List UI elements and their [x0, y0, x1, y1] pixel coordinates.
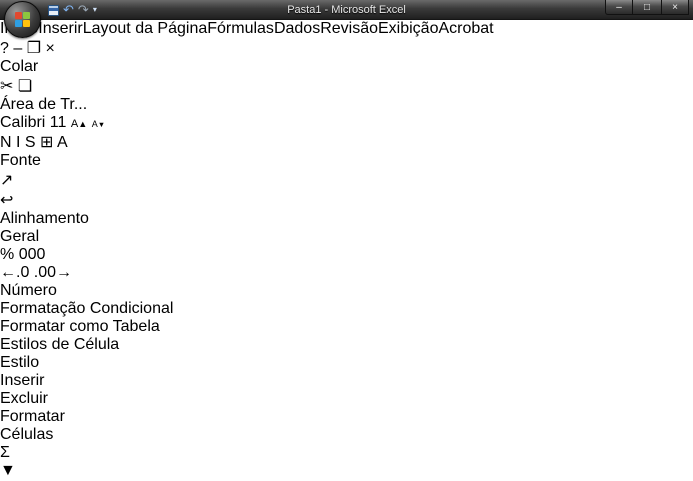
tab-dados[interactable]: Dados [274, 20, 320, 38]
conditional-formatting-button[interactable]: Formatação Condicional [0, 300, 693, 318]
maximize-button[interactable]: □ [633, 0, 661, 15]
window-title: Pasta1 - Microsoft Excel [0, 4, 693, 16]
ribbon-tab-bar: InícioInserirLayout da PáginaFórmulasDad… [0, 20, 693, 58]
orientation-icon[interactable]: ↗ [0, 172, 13, 189]
font-size-select[interactable]: 11 [50, 114, 67, 131]
insert-cells-label: Inserir [0, 372, 44, 389]
number-group-label[interactable]: Número [0, 282, 693, 300]
font-group-label[interactable]: Fonte [0, 152, 693, 170]
underline-button[interactable]: S [25, 134, 36, 151]
excel-window: ↶ ↷ ▾ Pasta1 - Microsoft Excel – □ × Iní… [0, 0, 693, 481]
format-as-table-button[interactable]: Formatar como Tabela [0, 318, 693, 336]
minimize-button[interactable]: – [605, 0, 633, 15]
customize-quick-access-icon[interactable]: ▾ [93, 3, 97, 17]
tab-formulas[interactable]: Fórmulas [207, 20, 274, 38]
workbook-minimize-button[interactable]: – [13, 40, 22, 57]
format-as-table-label: Formatar como Tabela [0, 318, 160, 335]
decrease-font-icon[interactable]: A▼ [92, 119, 105, 129]
redo-icon[interactable]: ↷ [78, 3, 89, 17]
conditional-formatting-label: Formatação Condicional [0, 300, 173, 317]
font-group-label-text: Fonte [0, 152, 41, 169]
alignment-group-label[interactable]: Alinhamento [0, 210, 693, 228]
copy-icon[interactable]: ❏ [18, 78, 32, 95]
font-name-select[interactable]: Calibri [0, 114, 45, 131]
cell-styles-label: Estilos de Célula [0, 336, 119, 353]
ribbon: Colar ✂ ❏ Área de Tr... Calibri 11 A▲ [0, 58, 693, 481]
window-secondary-controls: ? – ❐ × [0, 38, 693, 58]
style-group-label-text: Estilo [0, 354, 39, 371]
fill-button[interactable]: ▼ [0, 462, 693, 480]
cells-group-label: Células [0, 426, 693, 444]
tab-acrobat[interactable]: Acrobat [438, 20, 493, 38]
alignment-group: ↗ ↩ Alinhamento [0, 170, 693, 228]
fill-down-icon: ▼ [0, 462, 16, 479]
font-name-value: Calibri [0, 114, 45, 131]
alignment-group-label-text: Alinhamento [0, 210, 89, 227]
cell-styles-button[interactable]: Estilos de Célula [0, 336, 693, 354]
window-controls: – □ × [605, 0, 689, 15]
comma-format-icon[interactable]: 000 [19, 246, 46, 263]
office-button[interactable] [4, 1, 41, 38]
cells-group: Inserir Excluir Formatar Células [0, 372, 693, 444]
delete-cells-button[interactable]: Excluir [0, 390, 693, 408]
style-group-label: Estilo [0, 354, 693, 372]
paste-label: Colar [0, 58, 38, 75]
tab-exibicao[interactable]: Exibição [378, 20, 438, 38]
format-cells-label: Formatar [0, 408, 65, 425]
delete-cells-label: Excluir [0, 390, 48, 407]
number-format-value: Geral [0, 228, 39, 245]
paste-button[interactable]: Colar [0, 58, 693, 76]
font-size-value: 11 [50, 114, 67, 131]
increase-decimal-icon[interactable]: ←.0 [0, 264, 29, 281]
borders-icon[interactable]: ⊞ [40, 134, 53, 151]
clipboard-group-label-text: Área de Tr... [0, 96, 87, 113]
tab-layout-da-pagina[interactable]: Layout da Página [83, 20, 208, 38]
ribbon-tabs: InícioInserirLayout da PáginaFórmulasDad… [0, 20, 693, 38]
autosum-button[interactable]: Σ [0, 444, 693, 462]
format-cells-button[interactable]: Formatar [0, 408, 693, 426]
clipboard-group: Colar ✂ ❏ Área de Tr... [0, 58, 693, 114]
close-button[interactable]: × [661, 0, 689, 15]
number-group: Geral % 000 ←.0 .00→ Número [0, 228, 693, 300]
style-group: Formatação Condicional Formatar como Tab… [0, 300, 693, 372]
cut-icon[interactable]: ✂ [0, 78, 13, 95]
bold-button[interactable]: N [0, 134, 12, 151]
workbook-restore-button[interactable]: ❐ [27, 40, 41, 57]
italic-button[interactable]: I [16, 134, 20, 151]
increase-font-icon[interactable]: A▲ [71, 118, 87, 130]
decrease-decimal-icon[interactable]: .00→ [34, 264, 72, 281]
tab-revisao[interactable]: Revisão [320, 20, 378, 38]
font-group: Calibri 11 A▲ A▼ N I S ⊞ A Fonte [0, 114, 693, 170]
clipboard-group-label[interactable]: Área de Tr... [0, 96, 693, 114]
cells-group-label-text: Células [0, 426, 53, 443]
number-group-label-text: Número [0, 282, 57, 299]
workbook-close-button[interactable]: × [46, 40, 55, 57]
save-icon[interactable] [48, 5, 59, 16]
undo-icon[interactable]: ↶ [63, 3, 74, 17]
quick-access-toolbar: ↶ ↷ ▾ [48, 2, 97, 18]
insert-cells-button[interactable]: Inserir [0, 372, 693, 390]
help-icon[interactable]: ? [0, 40, 9, 57]
percent-format-icon[interactable]: % [0, 246, 14, 263]
number-format-select[interactable]: Geral [0, 228, 39, 245]
editing-group: Σ ▼ AZ Classificar e Filtrar Localizar e… [0, 444, 693, 481]
title-bar: ↶ ↷ ▾ Pasta1 - Microsoft Excel – □ × [0, 0, 693, 20]
tab-inserir[interactable]: Inserir [38, 20, 82, 38]
office-logo-icon [15, 12, 30, 27]
font-color-icon[interactable]: A [57, 134, 68, 151]
sigma-icon: Σ [0, 444, 10, 461]
wrap-text-icon[interactable]: ↩ [0, 192, 13, 209]
